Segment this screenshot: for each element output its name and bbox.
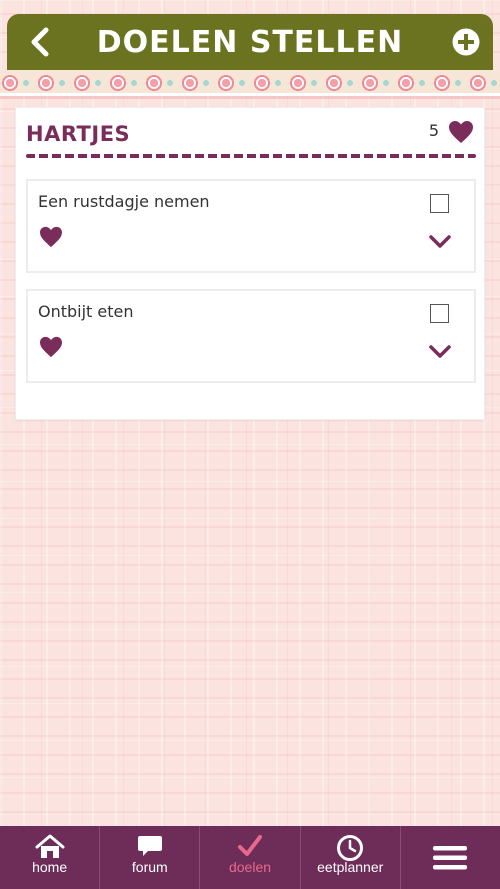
bottom-nav: home forum doelen eetplanner bbox=[0, 826, 500, 889]
back-button[interactable] bbox=[25, 26, 55, 58]
dashed-divider bbox=[26, 154, 476, 158]
heart-icon bbox=[449, 121, 473, 143]
goal-label: Ontbijt eten bbox=[38, 302, 134, 321]
nav-item-doelen[interactable]: doelen bbox=[200, 826, 301, 889]
goal-checkbox[interactable] bbox=[430, 304, 449, 323]
clock-icon bbox=[337, 835, 364, 861]
nav-label: doelen bbox=[228, 859, 272, 875]
section-title: HARTJES bbox=[26, 122, 131, 146]
decorative-flower-border bbox=[0, 70, 500, 99]
add-goal-button[interactable] bbox=[451, 27, 481, 57]
hamburger-menu-icon bbox=[433, 845, 468, 869]
page-title: DOELEN STELLEN bbox=[96, 24, 404, 60]
checkmark-icon bbox=[238, 835, 262, 856]
goal-checkbox[interactable] bbox=[430, 194, 449, 213]
goals-card: HARTJES 5 Een rustdagje nemen Ontbijt et… bbox=[15, 107, 485, 420]
nav-item-home[interactable]: home bbox=[0, 826, 101, 889]
app-header: DOELEN STELLEN bbox=[7, 14, 493, 70]
chevron-left-icon bbox=[31, 27, 49, 57]
heart-count: 5 bbox=[428, 121, 439, 140]
goal-label: Een rustdagje nemen bbox=[38, 192, 210, 211]
goal-item[interactable]: Ontbijt eten bbox=[26, 289, 476, 383]
plus-circle-icon bbox=[452, 28, 480, 56]
nav-label: forum bbox=[131, 859, 168, 875]
chat-bubble-icon bbox=[137, 836, 162, 856]
goal-item[interactable]: Een rustdagje nemen bbox=[26, 179, 476, 273]
home-icon bbox=[35, 834, 65, 858]
chevron-down-icon[interactable] bbox=[428, 344, 452, 360]
section-header: HARTJES 5 bbox=[26, 120, 476, 160]
chevron-down-icon[interactable] bbox=[428, 234, 452, 250]
nav-label: home bbox=[32, 859, 68, 875]
nav-item-eetplanner[interactable]: eetplanner bbox=[301, 826, 401, 889]
heart-icon bbox=[40, 336, 62, 358]
nav-item-forum[interactable]: forum bbox=[100, 826, 201, 889]
heart-icon bbox=[40, 226, 62, 248]
nav-item-menu[interactable] bbox=[401, 826, 500, 889]
